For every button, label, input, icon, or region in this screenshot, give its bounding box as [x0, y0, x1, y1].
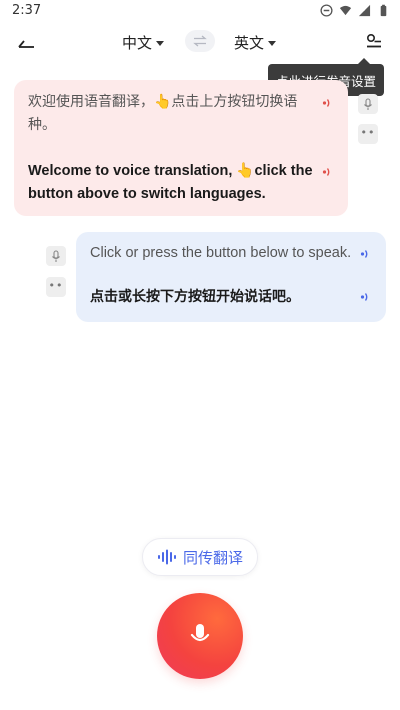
target-language-label: 英文 — [234, 34, 265, 52]
mic-small-button[interactable] — [358, 94, 378, 114]
speaker-icon[interactable] — [322, 165, 334, 179]
message-source-text: Click or press the button below to speak… — [90, 245, 352, 261]
back-button[interactable] — [12, 30, 40, 54]
more-dots-icon: •• — [360, 125, 376, 139]
simultaneous-translation-button[interactable]: 同传翻译 — [142, 538, 258, 576]
status-icons — [320, 4, 390, 17]
voice-settings-icon — [366, 33, 381, 48]
back-arrow-icon — [18, 40, 34, 48]
target-language-select[interactable]: 英文 — [234, 32, 277, 53]
status-bar: 2:37 — [0, 0, 400, 24]
top-bar: 中文 英文 — [0, 24, 400, 60]
message-bubble-right[interactable]: Click or press the button below to speak… — [76, 232, 386, 322]
message-bubble-left[interactable]: 欢迎使用语音翻译，👆点击上方按钮切换语种。 Welcome to voice t… — [14, 80, 348, 216]
message-translated-text: Welcome to voice translation, 👆click the… — [28, 163, 313, 202]
voice-settings-button[interactable] — [362, 30, 386, 54]
speaker-icon[interactable] — [360, 290, 372, 304]
more-options-button[interactable]: •• — [358, 124, 378, 144]
swap-languages-button[interactable] — [185, 30, 215, 52]
microphone-icon — [190, 624, 210, 642]
source-language-label: 中文 — [122, 34, 153, 52]
mic-small-button[interactable] — [46, 246, 66, 266]
speaker-icon[interactable] — [322, 96, 334, 110]
signal-icon — [358, 4, 371, 17]
source-language-select[interactable]: 中文 — [122, 32, 165, 53]
simultaneous-translation-label: 同传翻译 — [182, 548, 243, 567]
microphone-icon — [52, 249, 60, 262]
swap-icon — [193, 35, 207, 47]
message-translated-text: 点击或长按下方按钮开始说话吧。 — [90, 289, 300, 305]
waveform-icon — [157, 549, 176, 565]
message-source-text: 欢迎使用语音翻译，👆点击上方按钮切换语种。 — [28, 94, 298, 133]
dnd-icon — [320, 4, 333, 17]
battery-icon — [380, 4, 387, 17]
microphone-icon — [364, 97, 372, 110]
caret-down-icon — [268, 41, 277, 46]
speaker-icon[interactable] — [360, 247, 372, 261]
more-dots-icon: •• — [48, 278, 64, 292]
status-time: 2:37 — [12, 3, 42, 18]
wifi-icon — [339, 5, 352, 16]
caret-down-icon — [156, 41, 165, 46]
record-mic-button[interactable] — [157, 593, 243, 679]
more-options-button[interactable]: •• — [46, 277, 66, 297]
